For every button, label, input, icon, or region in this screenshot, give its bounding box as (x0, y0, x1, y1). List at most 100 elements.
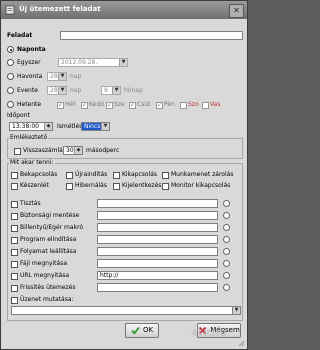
chevron-down-icon: ▼ (101, 123, 109, 130)
weekday-checkbox[interactable]: ✓ (156, 102, 163, 109)
monthly-day-suffix: nap (70, 73, 82, 80)
repeat-value: Nincs (84, 123, 101, 130)
window-title: Új ütemezett feladat (19, 5, 101, 13)
power-option-checkbox[interactable] (162, 183, 169, 190)
radio-daily[interactable] (7, 46, 14, 53)
message-input[interactable] (11, 306, 233, 315)
info-icon[interactable] (223, 200, 230, 207)
countdown-seconds-input[interactable]: 30 ◆ (63, 146, 83, 155)
countdown-checkbox[interactable] (14, 148, 21, 155)
repeat-select[interactable]: Nincs ▼ (81, 122, 110, 131)
weekday-checkbox[interactable]: ✓ (129, 102, 136, 109)
watermark: 4TP.HU (191, 329, 227, 339)
weekday-label: Hét (65, 101, 76, 108)
action-label: URL megnyitása (20, 272, 70, 279)
weekday-checkbox[interactable] (202, 102, 209, 109)
action-checkbox[interactable] (11, 225, 18, 232)
yearly-month-select[interactable]: 9 ▼ (101, 86, 121, 95)
power-option-label: Munkamenet zárolás (171, 171, 234, 178)
yearly-month-suffix: hónap (124, 87, 143, 94)
radio-yearly-label: Evente (17, 87, 38, 94)
action-checkbox[interactable] (11, 285, 18, 292)
radio-daily-label: Naponta (17, 46, 46, 53)
radio-once-label: Egyszer (17, 59, 41, 66)
info-icon[interactable] (223, 284, 230, 291)
power-option-label: Hibernálás (75, 182, 107, 189)
power-option-label: Kijelentkezés (122, 182, 162, 189)
resize-grip-icon[interactable] (237, 339, 245, 347)
action-input[interactable] (97, 223, 218, 232)
chevron-down-icon: ▼ (58, 73, 66, 80)
app-icon (5, 5, 15, 15)
spinner-icon: ◆ (44, 123, 52, 130)
info-icon[interactable] (223, 236, 230, 243)
power-option-checkbox[interactable] (66, 172, 73, 179)
info-icon[interactable] (223, 248, 230, 255)
power-option-checkbox[interactable] (113, 183, 120, 190)
url-input[interactable]: http:// (97, 271, 218, 280)
action-checkbox[interactable] (11, 213, 18, 220)
task-input[interactable] (60, 31, 243, 40)
weekday-checkbox[interactable]: ✓ (57, 102, 64, 109)
action-label: Program elindítása (20, 236, 77, 243)
power-option-checkbox[interactable] (113, 172, 120, 179)
yearly-day-value: 28 (50, 87, 58, 94)
radio-monthly[interactable] (7, 73, 14, 80)
power-option-label: Készenlét (20, 182, 49, 189)
time-input[interactable]: 13:38:00 ◆ (9, 122, 53, 131)
weekday-label: Sze (114, 101, 125, 108)
power-option-checkbox[interactable] (11, 172, 18, 179)
power-option-label: Bekapcsolás (20, 171, 58, 178)
power-option-checkbox[interactable] (66, 183, 73, 190)
power-option-checkbox[interactable] (162, 172, 169, 179)
ok-button[interactable]: OK (125, 323, 159, 338)
task-label: Feladat (7, 32, 33, 39)
once-date-picker[interactable]: 2012.09.28. ▼ (58, 58, 128, 67)
weekday-checkbox[interactable]: ✓ (106, 102, 113, 109)
close-button[interactable]: ✕ (229, 4, 244, 18)
action-label: Folyamat leállítása (20, 248, 77, 255)
radio-once[interactable] (7, 59, 14, 66)
monthly-day-select[interactable]: 28 ▼ (47, 72, 67, 81)
title-bar[interactable]: Új ütemezett feladat ✕ (1, 1, 247, 19)
action-checkbox[interactable] (11, 201, 18, 208)
action-checkbox[interactable] (11, 297, 18, 304)
countdown-seconds-suffix: másodperc (86, 147, 120, 154)
action-checkbox[interactable] (11, 237, 18, 244)
time-label: Időpont (7, 112, 30, 119)
info-icon[interactable] (223, 212, 230, 219)
weekday-label: Pén (164, 101, 175, 108)
info-icon[interactable] (223, 224, 230, 231)
action-checkbox[interactable] (11, 249, 18, 256)
radio-monthly-label: Havonta (17, 73, 43, 80)
checkmark-icon (131, 326, 140, 335)
action-input[interactable] (97, 211, 218, 220)
weekday-checkbox[interactable] (180, 102, 187, 109)
action-label: Üzenet mutatása: (20, 296, 74, 303)
message-dropdown[interactable]: ▼ (232, 306, 241, 315)
action-input[interactable] (97, 283, 218, 292)
ok-label: OK (142, 326, 154, 334)
dialog-window: Új ütemezett feladat ✕ Feladat Naponta E… (0, 0, 248, 350)
weekday-label: Csüt (137, 101, 151, 108)
yearly-day-select[interactable]: 28 ▼ (47, 86, 67, 95)
action-input[interactable] (97, 235, 218, 244)
action-input[interactable] (97, 259, 218, 268)
actions-label: Mit akar tenni: (9, 159, 55, 167)
time-value: 13:38:00 (12, 123, 39, 130)
action-checkbox[interactable] (11, 273, 18, 280)
action-input[interactable] (97, 199, 218, 208)
yearly-month-value: 9 (104, 87, 108, 94)
radio-weekly[interactable] (7, 101, 14, 108)
power-option-checkbox[interactable] (11, 183, 18, 190)
chevron-down-icon: ▼ (112, 87, 120, 94)
weekday-checkbox[interactable]: ✓ (81, 102, 88, 109)
action-label: Fájl megnyitása (20, 260, 68, 267)
info-icon[interactable] (223, 272, 230, 279)
info-icon[interactable] (223, 260, 230, 267)
action-input[interactable] (97, 247, 218, 256)
radio-weekly-label: Hetente (17, 101, 42, 108)
action-checkbox[interactable] (11, 261, 18, 268)
radio-yearly[interactable] (7, 87, 14, 94)
action-label: Billentyű/Egér makró (20, 224, 84, 231)
